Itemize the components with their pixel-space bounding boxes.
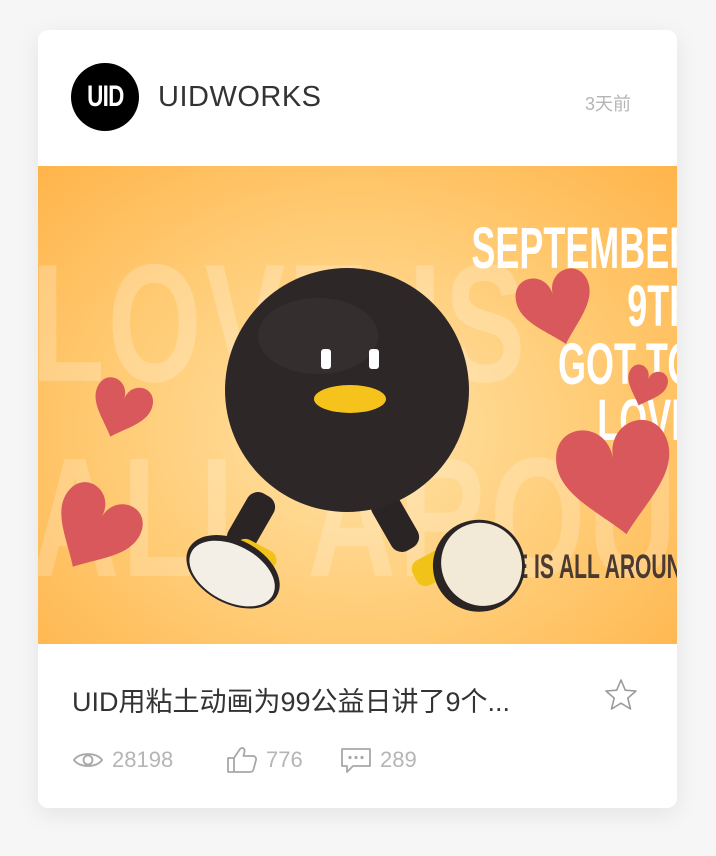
- comment-icon: [341, 748, 371, 773]
- cover-illustration: LOVE IS ALL AROUND SEPTEMBER 9TH GOT TO …: [38, 216, 677, 612]
- cover-image[interactable]: LOVE IS ALL AROUND SEPTEMBER 9TH GOT TO …: [38, 166, 677, 644]
- likes-count: 776: [266, 747, 303, 772]
- post-time: 3天前: [584, 94, 631, 114]
- avatar-text: UID: [86, 80, 124, 113]
- views-stat: 28198: [72, 745, 173, 775]
- avatar[interactable]: UID: [71, 63, 139, 131]
- star-icon: [605, 679, 637, 710]
- views-count: 28198: [112, 747, 174, 772]
- author-name[interactable]: UIDWORKS: [158, 81, 322, 114]
- eye-icon: [72, 753, 104, 767]
- thumbs-up-icon: [227, 747, 257, 773]
- headline-line-2: 9TH: [627, 274, 677, 339]
- post-title[interactable]: UID用粘土动画为99公益日讲了9个...: [72, 680, 572, 719]
- comments-stat[interactable]: 289: [340, 745, 417, 775]
- favorite-button[interactable]: [604, 678, 638, 712]
- comments-count: 289: [380, 747, 417, 772]
- likes-stat[interactable]: 776: [226, 745, 303, 775]
- card-header: UID UIDWORKS 3天前: [38, 30, 677, 166]
- post-card[interactable]: UID UIDWORKS 3天前 LOVE IS ALL AROUND SEPT…: [38, 30, 677, 808]
